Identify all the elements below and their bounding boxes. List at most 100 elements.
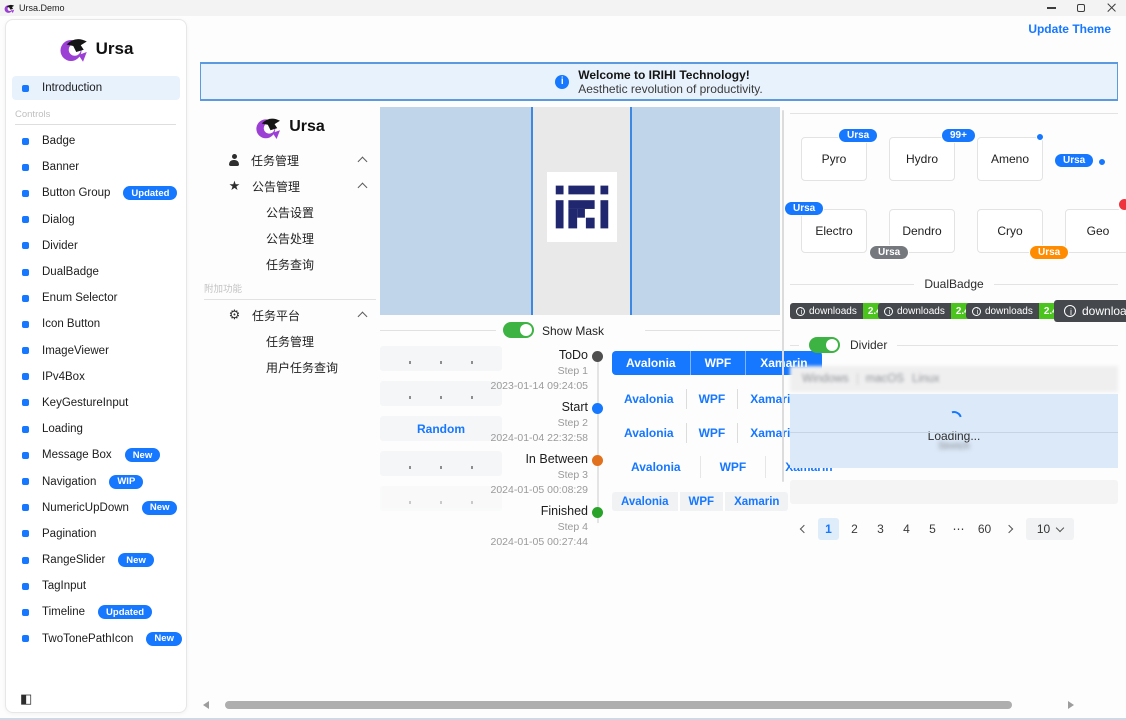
sidebar-item-message-box[interactable]: Message BoxNew	[6, 442, 186, 468]
sidebar-item-introduction[interactable]: Introduction	[12, 76, 180, 100]
dual-badge: downloads 2.4k	[878, 303, 980, 319]
status-badge: New	[118, 553, 154, 567]
page-ellipsis[interactable]: ⋯	[948, 518, 969, 540]
page-size-select[interactable]: 10	[1026, 518, 1074, 540]
minimize-button[interactable]	[1036, 0, 1066, 16]
tab-macos: macOS	[866, 373, 904, 385]
page-button-3[interactable]: 3	[870, 518, 891, 540]
status-badge: Updated	[98, 605, 152, 619]
right-panel: Pyro Ursa Hydro 99+ Ameno Ursa Electro U…	[790, 105, 1126, 720]
nav-item-task-platform[interactable]: ⚙ 任务平台	[200, 302, 380, 328]
prev-page-button[interactable]	[792, 518, 813, 540]
sidebar-item-divider[interactable]: Divider	[6, 233, 186, 259]
count-badge: 99+	[941, 128, 976, 143]
gear-icon: ⚙	[228, 307, 241, 323]
nav-item-announcement-management[interactable]: ★ 公告管理	[200, 173, 380, 199]
sidebar-item-badge[interactable]: Badge	[6, 128, 186, 154]
person-icon	[228, 154, 240, 166]
dual-badge-large: download	[1054, 300, 1126, 322]
control-icon	[22, 426, 29, 433]
control-icon	[22, 504, 29, 511]
sidebar-collapse-icon[interactable]: ◧	[20, 692, 32, 705]
sidebar-item-rangeslider[interactable]: RangeSliderNew	[6, 547, 186, 573]
divider-label: Divider	[850, 338, 887, 352]
avalonia-button[interactable]: Avalonia	[612, 423, 686, 443]
avalonia-button[interactable]: Avalonia	[612, 351, 690, 375]
timeline-dot	[592, 403, 603, 414]
sidebar-item-loading[interactable]: Loading	[6, 416, 186, 442]
ursa-badge-grey: Ursa	[869, 245, 909, 260]
nav-subitem-task-query[interactable]: 任务查询	[200, 251, 380, 277]
dualbadge-divider: DualBadge	[790, 277, 1118, 291]
sidebar-item-numericupdown[interactable]: NumericUpDownNew	[6, 495, 186, 521]
sidebar-item-twotonepathicon[interactable]: TwoTonePathIconNew	[6, 626, 186, 652]
show-mask-toggle[interactable]	[503, 322, 534, 338]
button-group-borderless: Avalonia WPF Xamarin	[612, 389, 810, 409]
xamarin-button[interactable]: Xamarin	[723, 492, 788, 511]
control-icon	[22, 347, 29, 354]
brand-name: Ursa	[289, 118, 325, 136]
sidebar-item-button-group[interactable]: Button GroupUpdated	[6, 180, 186, 206]
control-icon	[22, 452, 29, 459]
scroll-right-arrow-icon[interactable]	[1068, 701, 1074, 709]
nav-item-task-management[interactable]: 任务管理	[200, 147, 380, 173]
divider-toggle[interactable]	[809, 337, 840, 353]
next-page-button[interactable]	[1000, 518, 1021, 540]
sidebar-item-dualbadge[interactable]: DualBadge	[6, 259, 186, 285]
control-icon	[22, 190, 29, 197]
sidebar-item-enum-selector[interactable]: Enum Selector	[6, 285, 186, 311]
sidebar-item-timeline[interactable]: TimelineUpdated	[6, 599, 186, 625]
sidebar-item-keygestureinput[interactable]: KeyGestureInput	[6, 390, 186, 416]
wpf-button[interactable]: WPF	[678, 492, 724, 511]
sidebar-item-taginput[interactable]: TagInput	[6, 573, 186, 599]
avalonia-button[interactable]: Avalonia	[612, 389, 686, 409]
brand-name: Ursa	[96, 39, 134, 59]
wpf-button[interactable]: WPF	[686, 389, 738, 409]
timeline-entry: In Between Step 3 2024-01-05 00:08:29	[491, 452, 589, 496]
window-title: Ursa.Demo	[19, 3, 65, 13]
page-button-2[interactable]: 2	[844, 518, 865, 540]
divider-line	[380, 330, 496, 331]
page-button-1[interactable]: 1	[818, 518, 839, 540]
horizontal-scrollbar-thumb[interactable]	[225, 701, 1012, 709]
page-button-60[interactable]: 60	[974, 518, 995, 540]
sidebar-item-imageviewer[interactable]: ImageViewer	[6, 338, 186, 364]
nav-subitem-user-task-query[interactable]: 用户任务查询	[200, 354, 380, 380]
avalonia-button[interactable]: Avalonia	[612, 492, 678, 511]
nav-subitem-announcement-processing[interactable]: 公告处理	[200, 225, 380, 251]
maximize-button[interactable]	[1066, 0, 1096, 16]
page-button-4[interactable]: 4	[896, 518, 917, 540]
wpf-button[interactable]: WPF	[690, 351, 746, 375]
nav-subitem-task-management[interactable]: 任务管理	[200, 328, 380, 354]
viewer-guide-line	[630, 107, 632, 315]
page-button-5[interactable]: 5	[922, 518, 943, 540]
chevron-up-icon	[358, 157, 368, 167]
info-icon	[555, 75, 569, 89]
pagination: 1 2 3 4 5 ⋯ 60 10	[792, 518, 1074, 540]
close-button[interactable]	[1096, 0, 1126, 16]
tab-windows: Windows	[802, 373, 849, 385]
sidebar-item-ipv4box[interactable]: IPv4Box	[6, 364, 186, 390]
red-dot-badge	[1117, 197, 1126, 212]
empty-input-bar[interactable]	[790, 480, 1118, 504]
loading-overlay: Loading... Stretch	[790, 394, 1118, 468]
sidebar-item-dialog[interactable]: Dialog	[6, 207, 186, 233]
tab-strip-disabled: Windows macOS Linux	[790, 366, 1118, 392]
wpf-button[interactable]: WPF	[686, 423, 738, 443]
wpf-button[interactable]: WPF	[700, 456, 766, 478]
sidebar-item-navigation[interactable]: NavigationWIP	[6, 468, 186, 494]
sidebar-item-banner[interactable]: Banner	[6, 154, 186, 180]
viewer-mask-left	[380, 107, 531, 315]
nav-subitem-announcement-settings[interactable]: 公告设置	[200, 199, 380, 225]
vertical-scrollbar[interactable]	[782, 110, 784, 482]
status-badge: New	[142, 501, 178, 515]
sidebar-item-pagination[interactable]: Pagination	[6, 521, 186, 547]
dot-badge	[1098, 158, 1106, 166]
viewer-guide-line	[531, 107, 533, 315]
update-theme-button[interactable]: Update Theme	[1022, 19, 1117, 39]
image-viewer[interactable]	[380, 107, 780, 315]
avalonia-button[interactable]: Avalonia	[612, 456, 700, 478]
scroll-left-arrow-icon[interactable]	[203, 701, 209, 709]
sidebar-item-icon-button[interactable]: Icon Button	[6, 311, 186, 337]
control-icon	[22, 373, 29, 380]
